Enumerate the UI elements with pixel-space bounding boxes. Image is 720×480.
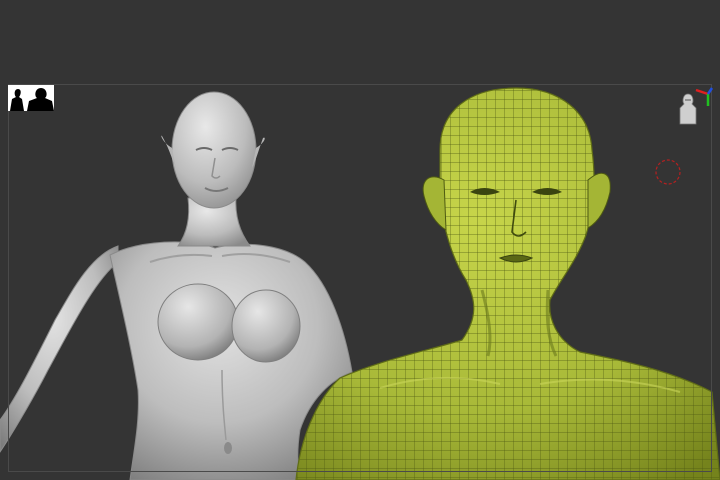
canvas-frame [8, 84, 712, 472]
axis-gizmo-icon[interactable] [672, 84, 716, 128]
rotate-cursor-icon [652, 156, 684, 188]
zbrush-viewport[interactable] [0, 0, 720, 480]
floor-silhouettes-icon[interactable] [8, 85, 54, 111]
